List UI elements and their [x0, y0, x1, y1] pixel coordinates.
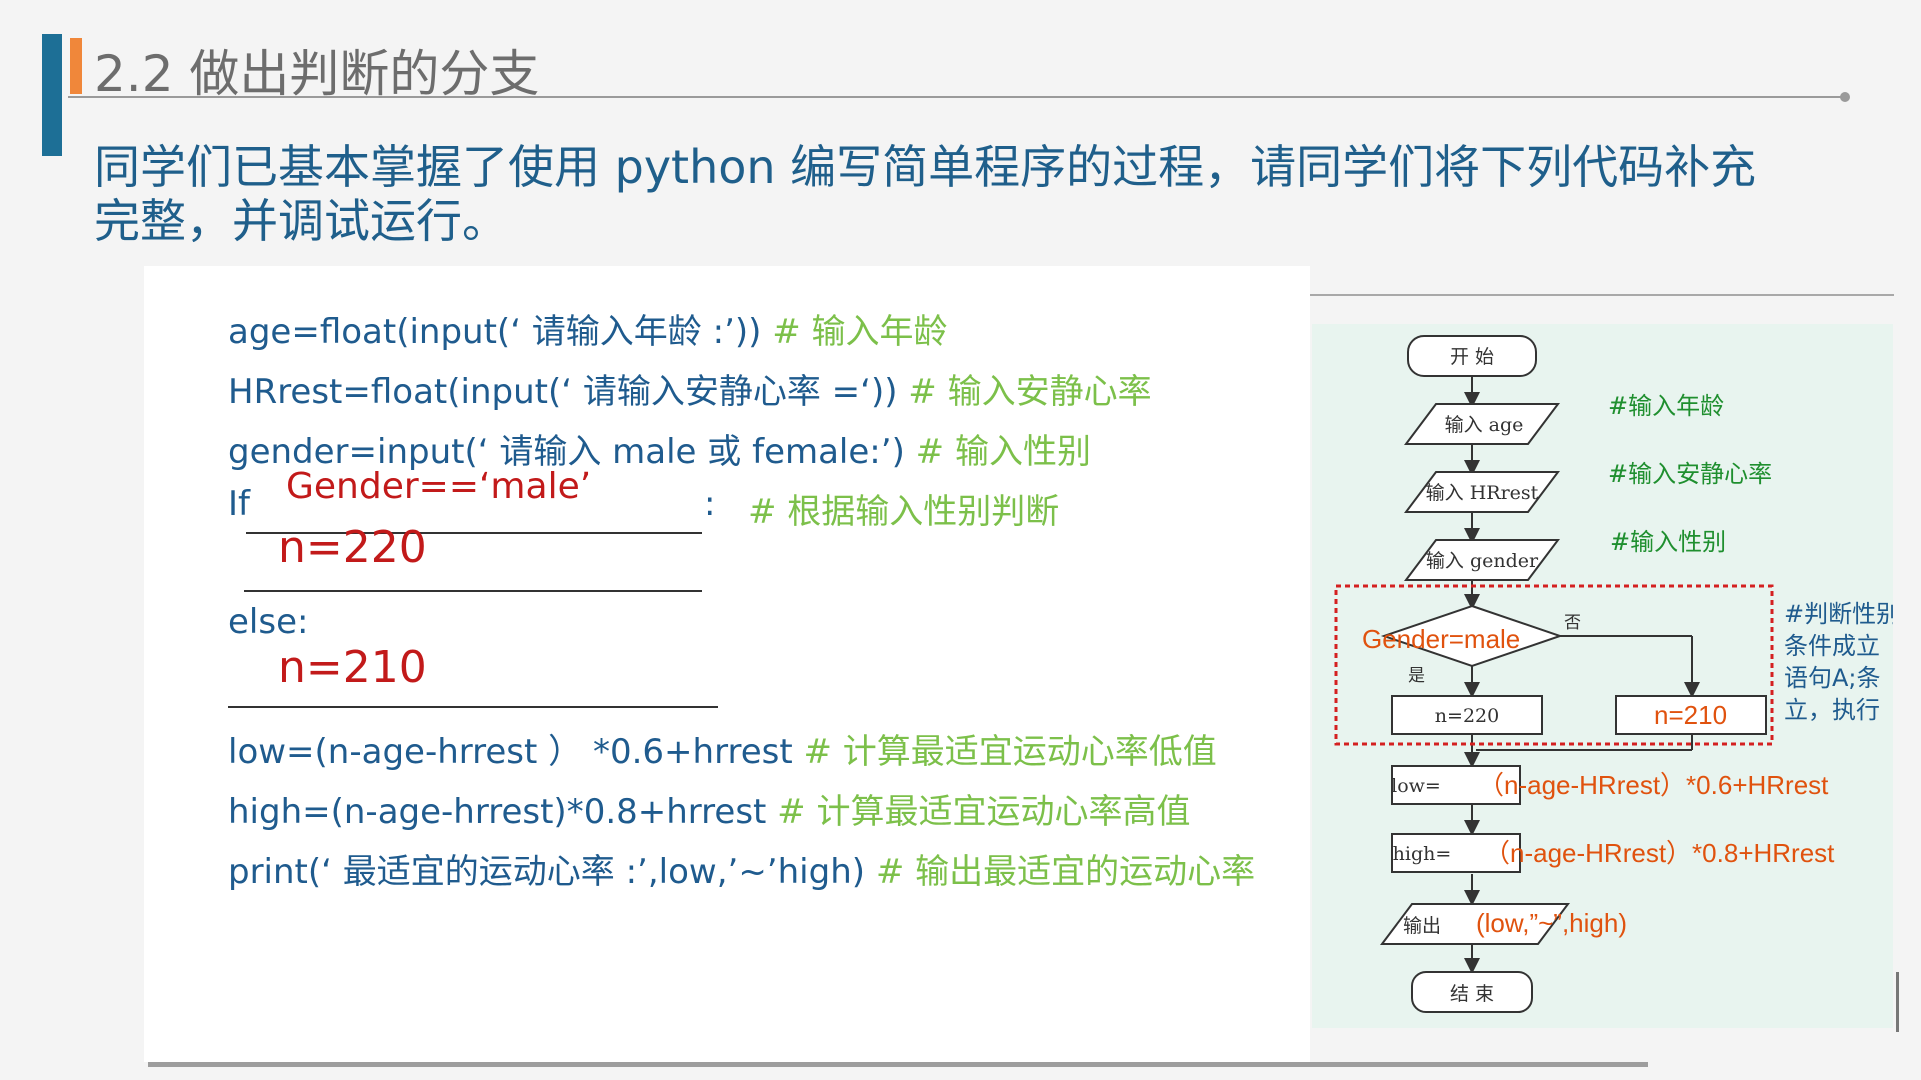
code-panel: age=float(input(‘ 请输入年龄 :’)) # 输入年龄 HRre… [144, 266, 1310, 1062]
note-judge-1: #判断性别 [1784, 600, 1893, 628]
accent-bar-orange [70, 38, 82, 94]
title-divider [68, 96, 1844, 98]
title-divider-dot [1840, 92, 1850, 102]
yes-label: 是 [1408, 666, 1425, 686]
code-line-age: age=float(input(‘ 请输入年龄 :’)) # 输入年龄 [228, 304, 948, 353]
note-judge-2: 条件成立 [1784, 632, 1880, 660]
code-text: age=float(input(‘ 请输入年龄 :’)) [228, 312, 762, 352]
code-line-high: high=(n-age-hrrest)*0.8+hrrest # 计算最适宜运动… [228, 784, 1190, 833]
code-text: HRrest=float(input(‘ 请输入安静心率 =‘)) [228, 372, 898, 412]
code-text: high=(n-age-hrrest)*0.8+hrrest [228, 792, 767, 832]
code-line-low: low=(n-age-hrrest ） *0.6+hrrest # 计算最适宜运… [228, 724, 1217, 773]
flowchart-svg: 开 始 输入 age 输入 HRrest 输入 gender n=220 low… [1334, 335, 1893, 1013]
start-text: 开 始 [1450, 346, 1494, 368]
code-comment-if: # 根据输入性别判断 [748, 492, 1060, 532]
note-judge-3: 语句A;条 [1784, 664, 1881, 692]
note-hrrest: #输入安静心率 [1608, 460, 1772, 488]
code-comment: # 计算最适宜运动心率低值 [792, 732, 1217, 772]
no-label: 否 [1564, 613, 1581, 633]
panel-bottom-rule [148, 1062, 1648, 1067]
answer-if-body: n=220 [278, 522, 427, 573]
code-comment: # 输出最适宜的运动心率 [865, 852, 1256, 892]
high-formula-text: （n-age-HRrest）*0.8+HRrest [1484, 838, 1835, 868]
input-hrrest-text: 输入 HRrest [1426, 482, 1539, 504]
end-text: 结 束 [1450, 983, 1494, 1005]
intro-text: 同学们已基本掌握了使用 python 编写简单程序的过程，请同学们将下列代码补充… [94, 140, 1757, 248]
note-gender: #输入性别 [1610, 528, 1726, 556]
code-comment: # 输入年龄 [761, 312, 948, 352]
box-n220-text: n=220 [1435, 705, 1499, 727]
code-comment: # 输入性别 [904, 432, 1091, 472]
output-args-text: (low,”~”,high) [1476, 908, 1627, 938]
code-text: print(‘ 最适宜的运动心率 :’,low,’~’high) [228, 852, 866, 892]
input-age-text: 输入 age [1445, 414, 1524, 436]
output-prefix-text: 输出 [1403, 915, 1441, 937]
note-age: #输入年龄 [1608, 392, 1724, 420]
note-judge-4: 立，执行 [1784, 696, 1880, 724]
input-gender-text: 输入 gender [1426, 550, 1539, 572]
low-prefix-text: low= [1391, 775, 1441, 797]
answer-else-body: n=210 [278, 642, 427, 693]
code-comment: # 计算最适宜运动心率高值 [766, 792, 1191, 832]
accent-bar-blue [42, 34, 62, 156]
code-comment: # 输入安静心率 [897, 372, 1152, 412]
flowchart-panel: 开 始 输入 age 输入 HRrest 输入 gender n=220 low… [1312, 324, 1893, 1028]
code-text: low=(n-age-hrrest ） *0.6+hrrest [228, 732, 793, 772]
code-line-hrrest: HRrest=float(input(‘ 请输入安静心率 =‘)) # 输入安静… [228, 364, 1152, 413]
high-prefix-text: high= [1393, 843, 1452, 865]
code-line-print: print(‘ 最适宜的运动心率 :’,low,’~’high) # 输出最适宜… [228, 844, 1255, 893]
right-edge-line [1896, 972, 1899, 1032]
decision-text: Gender=male [1362, 624, 1520, 654]
box-n210-text: n=210 [1654, 700, 1727, 730]
code-line-if-colon: : [704, 484, 716, 524]
answer-if-condition: Gender==‘male’ [286, 466, 592, 507]
low-formula-text: （n-age-HRrest）*0.6+HRrest [1478, 770, 1829, 800]
code-line-else: else: [228, 602, 309, 642]
flow-top-rule [1310, 294, 1894, 296]
